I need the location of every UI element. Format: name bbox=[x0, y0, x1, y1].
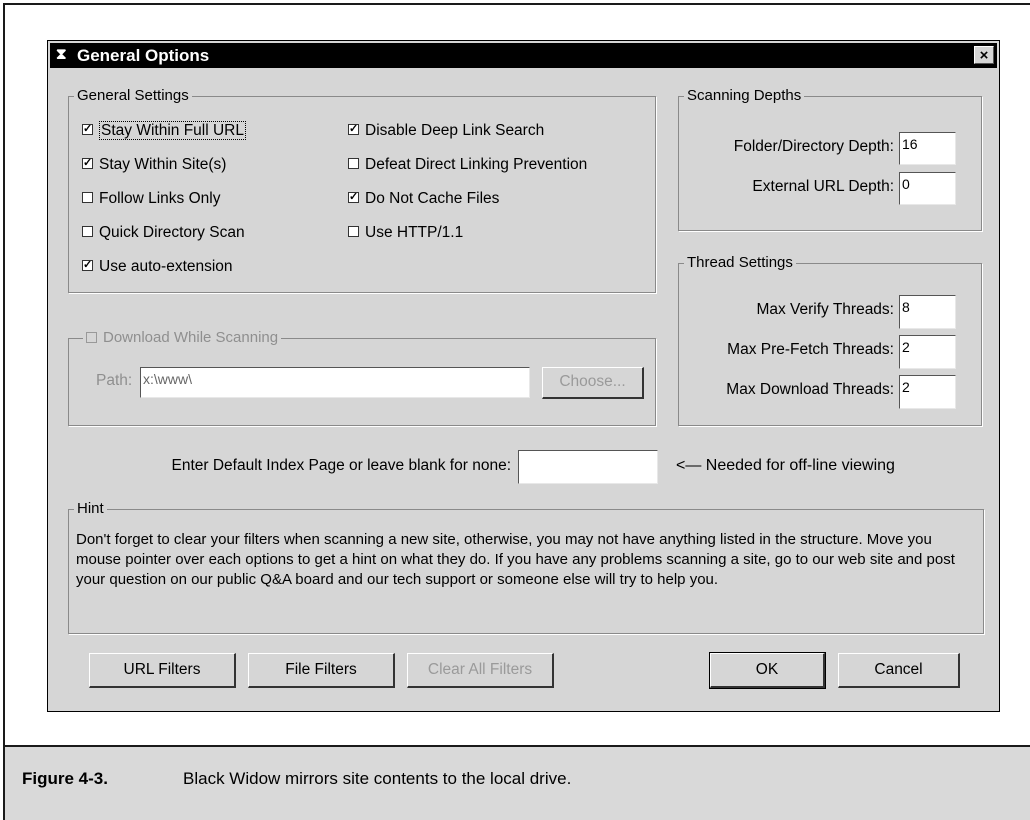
option-label: Stay Within Site(s) bbox=[99, 156, 227, 173]
download-threads-label: Max Download Threads: bbox=[726, 381, 894, 398]
ok-button[interactable]: OK bbox=[709, 652, 826, 689]
hourglass-icon: ⧗ bbox=[56, 46, 67, 63]
close-button[interactable]: × bbox=[974, 46, 994, 64]
download-threads-input[interactable]: 2 bbox=[899, 375, 956, 409]
url-filters-button[interactable]: URL Filters bbox=[89, 653, 236, 688]
option-checkbox[interactable]: ✓ bbox=[348, 124, 359, 136]
index-page-label: Enter Default Index Page or leave blank … bbox=[171, 457, 512, 474]
external-depth-input[interactable]: 0 bbox=[899, 172, 956, 205]
general-option-left-0[interactable]: ✓ Stay Within Full URL bbox=[82, 121, 246, 140]
option-label: Disable Deep Link Search bbox=[365, 122, 545, 139]
folder-depth-label: Folder/Directory Depth: bbox=[733, 138, 894, 155]
figure-caption: Figure 4-3. Black Widow mirrors site con… bbox=[5, 745, 1030, 820]
path-label: Path: bbox=[96, 372, 133, 389]
path-input[interactable]: x:\www\ bbox=[140, 367, 530, 398]
general-option-left-3[interactable]: Quick Directory Scan bbox=[82, 224, 245, 242]
offline-note: <— Needed for off-line viewing bbox=[676, 457, 895, 474]
verify-threads-label: Max Verify Threads: bbox=[756, 301, 894, 318]
option-label: Use HTTP/1.1 bbox=[365, 224, 464, 241]
option-label: Use auto-extension bbox=[99, 258, 233, 275]
close-icon: × bbox=[979, 47, 989, 64]
download-label: Download While Scanning bbox=[103, 329, 279, 346]
index-page-input[interactable] bbox=[518, 450, 658, 484]
option-checkbox[interactable]: ✓ bbox=[348, 192, 359, 204]
option-checkbox[interactable] bbox=[348, 158, 359, 170]
option-label: Quick Directory Scan bbox=[99, 224, 245, 241]
file-filters-button[interactable]: File Filters bbox=[248, 653, 395, 688]
option-checkbox[interactable] bbox=[348, 226, 359, 238]
general-option-left-1[interactable]: ✓ Stay Within Site(s) bbox=[82, 156, 226, 174]
prefetch-threads-label: Max Pre-Fetch Threads: bbox=[727, 341, 894, 358]
general-option-left-2[interactable]: Follow Links Only bbox=[82, 190, 220, 208]
external-depth-label: External URL Depth: bbox=[752, 178, 894, 195]
option-label: Defeat Direct Linking Prevention bbox=[365, 156, 588, 173]
thread-settings-legend: Thread Settings bbox=[684, 254, 796, 272]
scanning-depths-legend: Scanning Depths bbox=[684, 87, 805, 105]
download-checkbox[interactable] bbox=[86, 331, 97, 343]
verify-threads-input[interactable]: 8 bbox=[899, 295, 956, 329]
general-option-right-0[interactable]: ✓ Disable Deep Link Search bbox=[348, 122, 544, 140]
cancel-button[interactable]: Cancel bbox=[838, 653, 960, 688]
figure-number: Figure 4-3. bbox=[22, 769, 108, 788]
download-legend[interactable]: Download While Scanning bbox=[83, 329, 282, 347]
general-options-dialog: ⧗ General Options × General Settings Dow… bbox=[47, 40, 1000, 712]
option-checkbox[interactable]: ✓ bbox=[82, 158, 93, 170]
general-option-right-2[interactable]: ✓ Do Not Cache Files bbox=[348, 190, 499, 208]
option-label: Stay Within Full URL bbox=[99, 121, 246, 140]
prefetch-threads-input[interactable]: 2 bbox=[899, 335, 956, 369]
option-label: Do Not Cache Files bbox=[365, 190, 500, 207]
option-checkbox[interactable] bbox=[82, 226, 93, 238]
option-checkbox[interactable]: ✓ bbox=[82, 260, 93, 272]
general-settings-legend: General Settings bbox=[74, 87, 192, 105]
hint-legend: Hint bbox=[74, 500, 107, 518]
clear-all-filters-button[interactable]: Clear All Filters bbox=[407, 653, 554, 688]
option-label: Follow Links Only bbox=[99, 190, 221, 207]
dialog-title: General Options bbox=[77, 46, 210, 65]
hint-text: Don't forget to clear your filters when … bbox=[76, 531, 955, 588]
figure-caption-text: Black Widow mirrors site contents to the… bbox=[183, 769, 572, 788]
option-checkbox[interactable]: ✓ bbox=[82, 124, 93, 136]
general-option-left-4[interactable]: ✓ Use auto-extension bbox=[82, 258, 233, 276]
general-option-right-3[interactable]: Use HTTP/1.1 bbox=[348, 224, 463, 242]
folder-depth-input[interactable]: 16 bbox=[899, 132, 956, 165]
general-option-right-1[interactable]: Defeat Direct Linking Prevention bbox=[348, 156, 587, 174]
choose-button[interactable]: Choose... bbox=[542, 367, 644, 399]
option-checkbox[interactable] bbox=[82, 192, 93, 204]
title-bar[interactable]: ⧗ General Options × bbox=[50, 43, 997, 68]
